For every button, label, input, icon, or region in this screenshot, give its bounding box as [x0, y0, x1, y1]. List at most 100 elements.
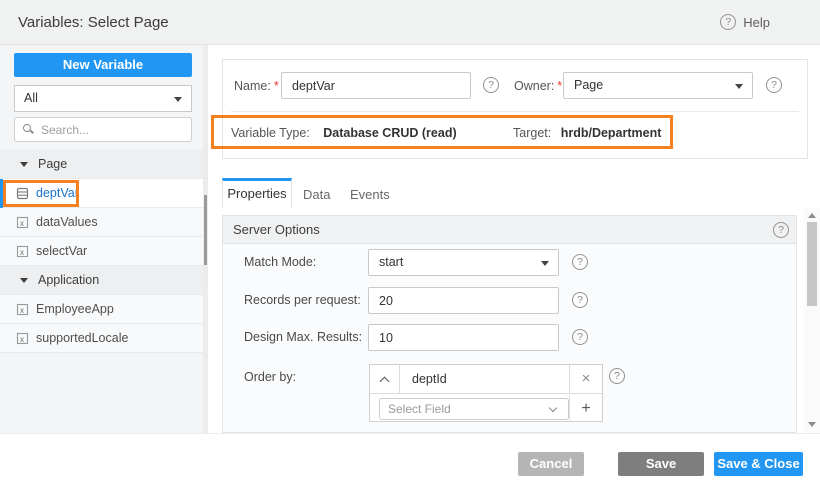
- tab-events[interactable]: Events: [338, 181, 402, 208]
- chevron-down-icon: [549, 404, 557, 412]
- help-label: Help: [743, 15, 770, 30]
- sidebar-scrollbar[interactable]: [203, 45, 208, 433]
- new-variable-button[interactable]: New Variable: [14, 53, 192, 77]
- tab-data[interactable]: Data: [291, 181, 342, 208]
- records-per-request-input[interactable]: [368, 287, 559, 314]
- order-by-label: Order by:: [244, 364, 296, 391]
- name-help-icon[interactable]: [483, 77, 499, 93]
- sidebar-item-datavalues[interactable]: x dataValues: [0, 208, 203, 237]
- select-field-placeholder: Select Field: [388, 402, 451, 416]
- required-asterisk: *: [557, 79, 562, 93]
- records-per-request-label: Records per request:: [244, 287, 361, 314]
- search-input[interactable]: [41, 118, 189, 141]
- expander-arrow-icon: [20, 278, 28, 283]
- sidebar-group-application[interactable]: Application: [0, 266, 203, 295]
- chevron-up-icon: [380, 377, 390, 387]
- close-icon: ×: [582, 370, 591, 387]
- svg-text:x: x: [20, 335, 24, 344]
- selected-indicator-bar: [0, 179, 3, 208]
- sidebar-scrollbar-thumb[interactable]: [204, 195, 207, 265]
- svg-text:x: x: [20, 306, 24, 315]
- variable-type-row: Variable Type: Database CRUD (read): [231, 126, 457, 140]
- save-button[interactable]: Save: [618, 452, 704, 476]
- order-by-field-input[interactable]: [401, 365, 569, 393]
- dialog-header: Variables: Select Page Help: [0, 0, 820, 45]
- svg-text:x: x: [20, 248, 24, 257]
- variable-search: [14, 117, 192, 142]
- help-button[interactable]: Help: [720, 14, 770, 30]
- dialog-footer: Cancel Save Save & Close: [0, 433, 820, 492]
- server-options-help-icon[interactable]: [773, 222, 789, 238]
- tree-item-label: dataValues: [36, 208, 98, 236]
- match-mode-label: Match Mode:: [244, 249, 316, 276]
- records-help-icon[interactable]: [572, 292, 588, 308]
- cancel-button[interactable]: Cancel: [518, 452, 584, 476]
- variable-summary-panel: Name:* Owner:* Page: [222, 59, 808, 159]
- tab-properties[interactable]: Properties: [222, 178, 292, 208]
- model-variable-icon: x: [16, 303, 29, 319]
- variable-type-value: Database CRUD (read): [323, 126, 456, 140]
- model-variable-icon: x: [16, 216, 29, 232]
- sidebar-item-supportedlocale[interactable]: x supportedLocale: [0, 324, 203, 353]
- target-value: hrdb/Department: [561, 126, 662, 140]
- variable-filter-select[interactable]: All: [14, 85, 192, 112]
- sidebar-item-employeeapp[interactable]: x EmployeeApp: [0, 295, 203, 324]
- required-asterisk: *: [274, 79, 279, 93]
- target-row: Target: hrdb/Department: [513, 126, 661, 140]
- owner-select[interactable]: Page: [563, 72, 753, 99]
- content-scrollbar[interactable]: [804, 208, 820, 433]
- filter-selected-value: All: [24, 91, 38, 105]
- svg-text:x: x: [20, 219, 24, 228]
- match-mode-help-icon[interactable]: [572, 254, 588, 270]
- tree-item-label: deptVar: [36, 179, 79, 207]
- name-input[interactable]: [281, 72, 471, 99]
- model-variable-icon: x: [16, 332, 29, 348]
- add-order-field-button[interactable]: +: [569, 395, 602, 422]
- select-field-dropdown[interactable]: Select Field: [379, 398, 569, 420]
- content-scrollbar-thumb[interactable]: [807, 222, 817, 306]
- scroll-up-arrow-icon[interactable]: [808, 213, 816, 218]
- variable-type-label: Variable Type:: [231, 126, 310, 140]
- design-max-help-icon[interactable]: [572, 329, 588, 345]
- save-and-close-button[interactable]: Save & Close: [714, 452, 803, 476]
- server-options-panel: Server Options Match Mode: start Records…: [222, 215, 797, 433]
- owner-selected-value: Page: [574, 78, 603, 92]
- section-title: Server Options: [233, 216, 320, 244]
- sidebar-group-page[interactable]: Page: [0, 150, 203, 179]
- variables-tree: Page deptVar x dataValues: [0, 150, 203, 353]
- remove-order-field-button[interactable]: ×: [569, 365, 602, 393]
- chevron-down-icon: [541, 261, 549, 266]
- database-variable-icon: [16, 187, 29, 203]
- model-variable-icon: x: [16, 245, 29, 261]
- sidebar-item-selectvar[interactable]: x selectVar: [0, 237, 203, 266]
- help-circle-icon: [720, 14, 736, 30]
- owner-help-icon[interactable]: [766, 77, 782, 93]
- order-by-widget: × Select Field +: [369, 364, 603, 422]
- design-max-results-label: Design Max. Results:: [244, 324, 362, 351]
- section-header: Server Options: [223, 216, 796, 244]
- group-label: Application: [38, 266, 99, 294]
- plus-icon: +: [581, 400, 590, 417]
- target-label: Target:: [513, 126, 551, 140]
- order-by-row: ×: [370, 365, 602, 394]
- page-title: Variables: Select Page: [18, 0, 169, 45]
- tree-item-label: EmployeeApp: [36, 295, 114, 323]
- expander-arrow-icon: [20, 162, 28, 167]
- chevron-down-icon: [735, 84, 743, 89]
- scroll-down-arrow-icon[interactable]: [808, 422, 816, 427]
- tree-item-label: selectVar: [36, 237, 87, 265]
- chevron-down-icon: [174, 97, 182, 102]
- order-by-help-icon[interactable]: [609, 368, 625, 384]
- tree-item-label: supportedLocale: [36, 324, 128, 352]
- search-icon: [23, 124, 31, 132]
- owner-label: Owner:*: [514, 79, 562, 93]
- group-label: Page: [38, 150, 67, 178]
- match-mode-select[interactable]: start: [368, 249, 559, 276]
- panel-divider: [231, 111, 799, 112]
- variables-sidebar: New Variable All Page deptVar: [0, 45, 203, 433]
- sidebar-item-deptvar[interactable]: deptVar: [0, 179, 203, 208]
- design-max-results-input[interactable]: [368, 324, 559, 351]
- match-mode-value: start: [379, 255, 403, 269]
- name-label: Name:*: [234, 79, 279, 93]
- sort-ascending-button[interactable]: [370, 365, 400, 393]
